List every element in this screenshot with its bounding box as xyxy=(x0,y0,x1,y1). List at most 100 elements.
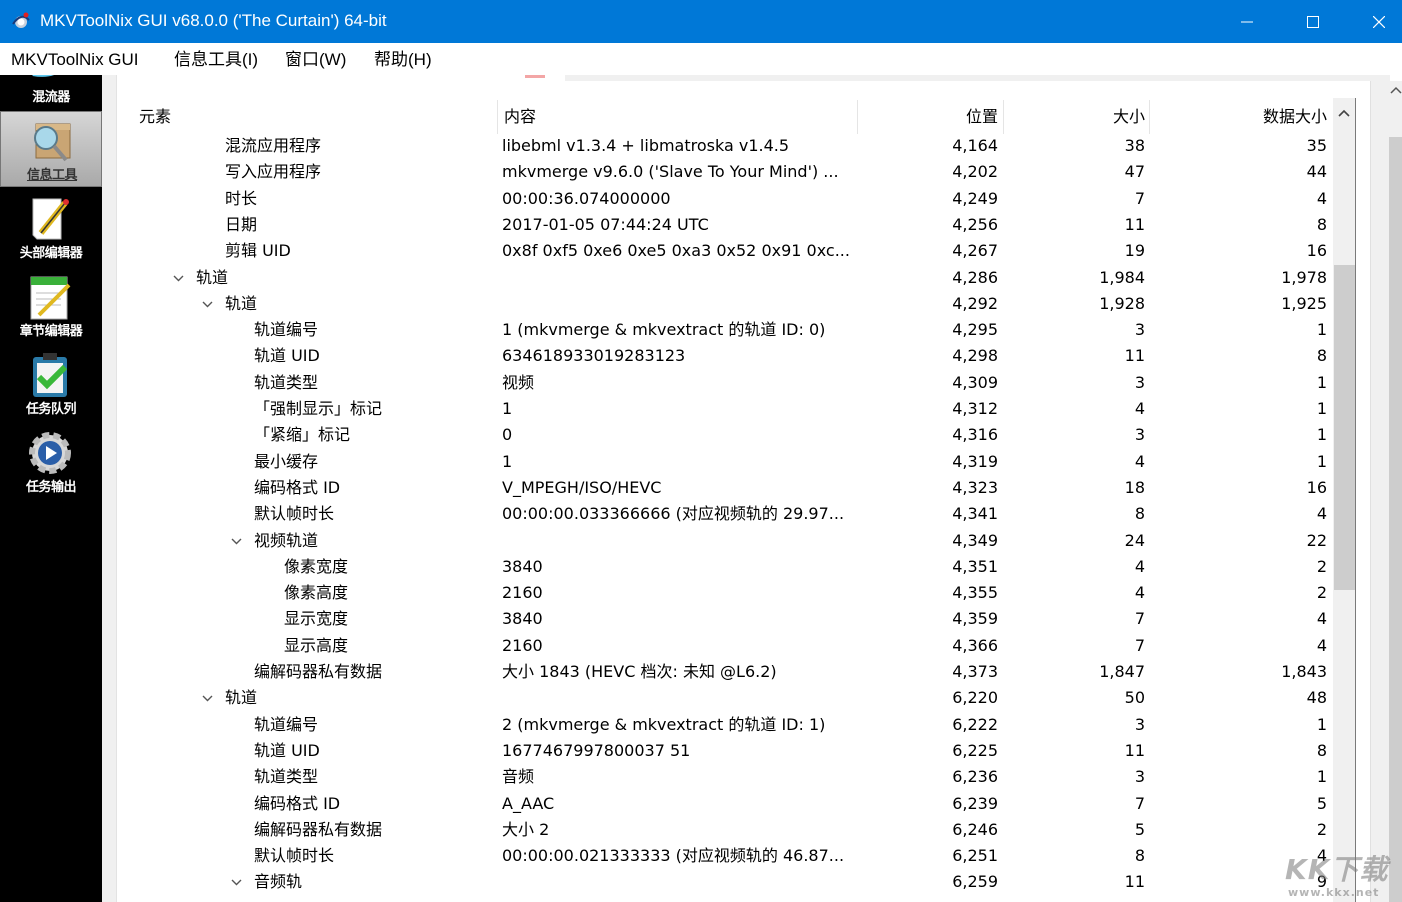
column-separator[interactable] xyxy=(497,100,498,134)
element-size: 1,984 xyxy=(1099,267,1145,287)
column-header-position[interactable]: 位置 xyxy=(880,100,998,134)
element-size: 3 xyxy=(1134,372,1145,392)
outer-scrollbar[interactable] xyxy=(1370,81,1402,902)
element-content: 2160 xyxy=(502,583,543,603)
element-size: 11 xyxy=(1124,740,1145,760)
table-row[interactable]: 轨道编号 2 (mkvmerge & mkvextract 的轨道 ID: 1) 6… xyxy=(0,712,1333,738)
element-position: 6,259 xyxy=(952,872,998,892)
element-position: 4,349 xyxy=(952,530,998,550)
element-position: 6,246 xyxy=(952,819,998,839)
table-row[interactable]: 「强制显示」标记 1 4,312 4 1 xyxy=(0,396,1333,422)
element-position: 4,319 xyxy=(952,451,998,471)
table-row[interactable]: 显示宽度 3840 4,359 7 4 xyxy=(0,606,1333,632)
element-content: 2017-01-05 07:44:24 UTC xyxy=(502,214,709,234)
element-position: 4,316 xyxy=(952,425,998,445)
element-size: 3 xyxy=(1134,714,1145,734)
element-size: 38 xyxy=(1124,136,1145,155)
element-data-size: 1,925 xyxy=(1281,293,1327,313)
table-row[interactable]: 轨道 6,220 50 48 xyxy=(0,685,1333,711)
element-position: 4,249 xyxy=(952,188,998,208)
menu-info-tool[interactable]: 信息工具(I) xyxy=(174,49,258,71)
element-size: 4 xyxy=(1134,583,1145,603)
column-separator[interactable] xyxy=(857,100,858,134)
column-header-element[interactable]: 元素 xyxy=(139,100,171,134)
table-row[interactable]: 视频轨道 4,349 24 22 xyxy=(0,528,1333,554)
element-size: 1,928 xyxy=(1099,293,1145,313)
table-row[interactable]: 编解码器私有数据 大小 2 6,246 5 2 xyxy=(0,817,1333,843)
table-row[interactable]: 剪辑 UID 0x8f 0xf5 0xe6 0xe5 0xa3 0x52 0x91… xyxy=(0,238,1333,264)
element-position: 4,256 xyxy=(952,214,998,234)
table-row[interactable]: 像素高度 2160 4,355 4 2 xyxy=(0,580,1333,606)
table-row[interactable]: 轨道 UID 1677467997800037 51 6,225 11 8 xyxy=(0,738,1333,764)
tree-scrollbar[interactable] xyxy=(1333,98,1356,902)
menu-mkvtoolnix-gui[interactable]: MKVToolNix GUI xyxy=(11,49,139,71)
element-content: 2160 xyxy=(502,635,543,655)
element-name: 最小缓存 xyxy=(254,451,319,471)
window-title: MKVToolNix GUI v68.0.0 ('The Curtain') 6… xyxy=(40,11,387,30)
element-content: libebml v1.3.4 + libmatroska v1.4.5 xyxy=(502,136,790,155)
element-size: 7 xyxy=(1134,793,1145,813)
table-row[interactable]: 时长 00:00:36.074000000 4,249 7 4 xyxy=(0,186,1333,212)
outer-scroll-thumb[interactable] xyxy=(1389,137,1402,902)
element-name: 轨道编号 xyxy=(254,714,319,734)
menu-window[interactable]: 窗口(W) xyxy=(285,49,346,71)
element-data-size: 2 xyxy=(1316,819,1327,839)
table-row[interactable]: 轨道 UID 634618933019283123 4,298 11 8 xyxy=(0,343,1333,369)
column-header-content[interactable]: 内容 xyxy=(504,100,536,134)
maximize-icon xyxy=(1307,15,1319,28)
table-row[interactable]: 混流应用程序 libebml v1.3.4 + libmatroska v1.4.… xyxy=(0,133,1333,159)
table-row[interactable]: 编码格式 ID A_AAC 6,239 7 5 xyxy=(0,791,1333,817)
table-row[interactable]: 轨道 4,292 1,928 1,925 xyxy=(0,291,1333,317)
scroll-up-button[interactable] xyxy=(1333,98,1355,128)
column-header-size[interactable]: 大小 xyxy=(1020,100,1145,134)
element-name: 「强制显示」标记 xyxy=(254,399,383,418)
chevron-up-icon[interactable] xyxy=(1389,83,1402,97)
element-data-size: 1 xyxy=(1316,320,1327,340)
element-name: 「紧缩」标记 xyxy=(254,425,351,445)
tab-close-indicator[interactable] xyxy=(525,75,545,78)
element-data-size: 35 xyxy=(1306,136,1327,155)
scroll-thumb[interactable] xyxy=(1334,265,1355,590)
table-row[interactable]: 轨道类型 音频 6,236 3 1 xyxy=(0,764,1333,790)
element-data-size: 5 xyxy=(1316,793,1327,813)
chevron-down-icon[interactable] xyxy=(200,685,214,711)
table-row[interactable]: 「紧缩」标记 0 4,316 3 1 xyxy=(0,422,1333,448)
table-row[interactable]: 显示高度 2160 4,366 7 4 xyxy=(0,633,1333,659)
table-row[interactable]: 轨道编号 1 (mkvmerge & mkvextract 的轨道 ID: 0) 4… xyxy=(0,317,1333,343)
element-content: 3840 xyxy=(502,609,543,629)
column-separator[interactable] xyxy=(1149,100,1150,134)
element-size: 5 xyxy=(1134,819,1145,839)
element-name: 编解码器私有数据 xyxy=(254,662,383,681)
column-separator[interactable] xyxy=(1003,100,1004,134)
table-row[interactable]: 编码格式 ID V_MPEGH/ISO/HEVC 4,323 18 16 xyxy=(0,475,1333,501)
element-data-size: 16 xyxy=(1306,477,1327,497)
table-row[interactable]: 轨道类型 视频 4,309 3 1 xyxy=(0,370,1333,396)
chevron-down-icon[interactable] xyxy=(229,869,243,895)
table-row[interactable]: 日期 2017-01-05 07:44:24 UTC 4,256 11 8 xyxy=(0,212,1333,238)
close-button[interactable] xyxy=(1346,0,1402,43)
table-row[interactable]: 像素宽度 3840 4,351 4 2 xyxy=(0,554,1333,580)
table-row[interactable]: 默认帧时长 00:00:00.033366666 (对应视频轨的 29.97...… xyxy=(0,501,1333,527)
table-row[interactable]: 编解码器私有数据 大小 1843 (HEVC 档次: 未知 @L6.2) 4,373… xyxy=(0,659,1333,685)
sidebar-item-multiplexer[interactable]: 混流器 xyxy=(0,75,102,109)
element-size: 1,847 xyxy=(1099,662,1145,681)
element-content: 00:00:00.033366666 (对应视频轨的 29.97... xyxy=(502,504,845,524)
maximize-button[interactable] xyxy=(1280,0,1346,43)
table-row[interactable]: 音频轨 6,259 11 9 xyxy=(0,869,1333,895)
table-row[interactable]: 最小缓存 1 4,319 4 1 xyxy=(0,449,1333,475)
chevron-down-icon[interactable] xyxy=(200,291,214,317)
table-row[interactable]: 默认帧时长 00:00:00.021333333 (对应视频轨的 46.87...… xyxy=(0,843,1333,869)
chevron-down-icon[interactable] xyxy=(229,528,243,554)
minimize-button[interactable] xyxy=(1214,0,1280,43)
element-content: 0x8f 0xf5 0xe6 0xe5 0xa3 0x52 0x91 0xc..… xyxy=(502,241,850,261)
element-name: 轨道编号 xyxy=(254,320,319,340)
close-icon xyxy=(1373,15,1385,28)
element-content: mkvmerge v9.6.0 ('Slave To Your Mind') .… xyxy=(502,162,839,182)
element-content: 00:00:36.074000000 xyxy=(502,188,671,208)
element-size: 50 xyxy=(1124,688,1145,708)
column-header-data-size[interactable]: 数据大小 xyxy=(1160,100,1327,134)
table-row[interactable]: 轨道 4,286 1,984 1,978 xyxy=(0,265,1333,291)
chevron-down-icon[interactable] xyxy=(171,265,185,291)
table-row[interactable]: 写入应用程序 mkvmerge v9.6.0 ('Slave To Your Mi… xyxy=(0,159,1333,185)
menu-help[interactable]: 帮助(H) xyxy=(374,49,432,71)
